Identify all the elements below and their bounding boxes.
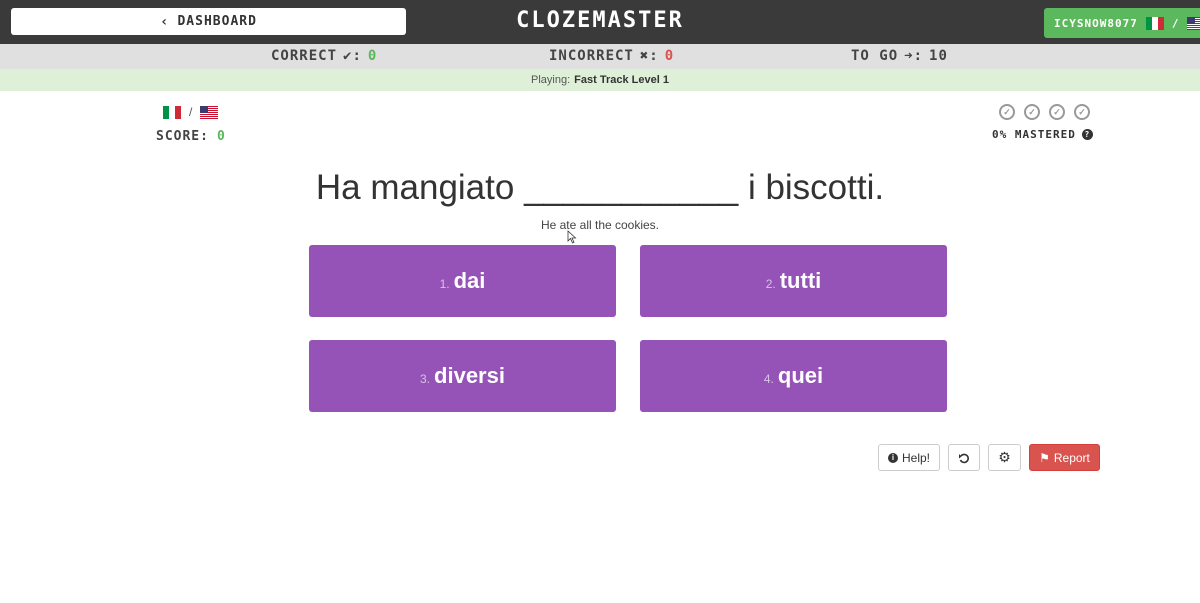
answer-index: 3.	[420, 372, 431, 386]
info-icon: i	[887, 452, 898, 463]
undo-button[interactable]	[948, 444, 980, 471]
help-button[interactable]: i Help!	[878, 444, 940, 471]
x-icon: ✖:	[639, 48, 659, 64]
translation: He ate all the cookies.	[540, 218, 660, 232]
correct-stat: CORRECT ✔: 0	[271, 48, 377, 64]
to-go-label: TO GO	[851, 48, 899, 64]
playing-prefix: Playing:	[531, 74, 571, 86]
dashboard-label: DASHBOARD	[177, 14, 257, 29]
answer-option-4[interactable]: 4. quei	[640, 340, 947, 412]
report-label: Report	[1053, 450, 1090, 465]
playing-level: Fast Track Level 1	[574, 74, 669, 86]
slash-divider: /	[1171, 16, 1180, 30]
sentence-after: i biscotti.	[747, 168, 885, 207]
help-label: Help!	[901, 450, 930, 465]
answer-index: 4.	[763, 372, 774, 386]
settings-button[interactable]: ⚙	[988, 444, 1021, 471]
question-icon[interactable]: ?	[1081, 129, 1093, 140]
answer-index: 2.	[765, 277, 776, 291]
check-circle-icon: ✓	[1074, 104, 1090, 120]
chevron-left-icon: ‹	[160, 13, 170, 30]
gear-icon: ⚙	[998, 449, 1011, 465]
mastered-percent: 0% MASTERED ?	[992, 128, 1093, 141]
slash-divider: /	[189, 105, 193, 119]
to-go-count: 10	[929, 48, 948, 64]
cloze-sentence: Ha mangiato ___________ i biscotti.	[0, 168, 1200, 208]
check-circle-icon: ✓	[1024, 104, 1040, 120]
usa-flag-icon	[1187, 16, 1200, 30]
check-circle-icon: ✓	[1049, 104, 1065, 120]
username: ICYSNOW8077	[1054, 16, 1138, 30]
check-circle-icon: ✓	[999, 104, 1015, 120]
language-pair: /	[163, 105, 219, 119]
score: SCORE: 0	[156, 129, 226, 144]
mastered-label: 0% MASTERED	[992, 128, 1076, 141]
sentence-before: Ha mangiato	[315, 168, 515, 207]
correct-count: 0	[367, 48, 378, 64]
top-bar: ‹ DASHBOARD CLOZEMASTER ICYSNOW8077 /	[0, 0, 1200, 44]
arrow-right-icon: ➜:	[904, 48, 924, 64]
report-button[interactable]: ⚑ Report	[1029, 444, 1100, 471]
correct-label: CORRECT	[271, 48, 338, 64]
check-icon: ✔:	[343, 48, 362, 64]
italy-flag-icon	[163, 105, 181, 119]
answer-word: dai	[453, 268, 486, 293]
answer-option-1[interactable]: 1. dai	[309, 245, 616, 317]
answer-word: tutti	[779, 268, 822, 293]
incorrect-count: 0	[664, 48, 675, 64]
italy-flag-icon	[1145, 16, 1164, 30]
to-go-stat: TO GO ➜: 10	[851, 48, 948, 64]
answer-word: quei	[777, 363, 824, 388]
score-label: SCORE:	[156, 129, 209, 144]
answer-word: diversi	[434, 363, 505, 388]
sentence-blank: ___________	[524, 168, 739, 207]
mastery-progress: ✓ ✓ ✓ ✓	[999, 104, 1090, 120]
mouse-cursor-icon	[567, 230, 577, 244]
user-menu-button[interactable]: ICYSNOW8077 /	[1044, 8, 1200, 38]
incorrect-label: INCORRECT	[549, 48, 634, 64]
usa-flag-icon	[200, 105, 219, 119]
flag-icon: ⚑	[1039, 450, 1050, 465]
answer-index: 1.	[439, 277, 450, 291]
dashboard-button[interactable]: ‹ DASHBOARD	[11, 8, 406, 35]
playing-bar: Playing: Fast Track Level 1	[0, 69, 1200, 91]
answer-option-3[interactable]: 3. diversi	[309, 340, 616, 412]
stats-bar: CORRECT ✔: 0 INCORRECT ✖: 0 TO GO ➜: 10	[0, 44, 1200, 69]
incorrect-stat: INCORRECT ✖: 0	[549, 48, 674, 64]
answer-option-2[interactable]: 2. tutti	[640, 245, 947, 317]
score-value: 0	[216, 129, 226, 144]
undo-icon	[959, 453, 969, 463]
